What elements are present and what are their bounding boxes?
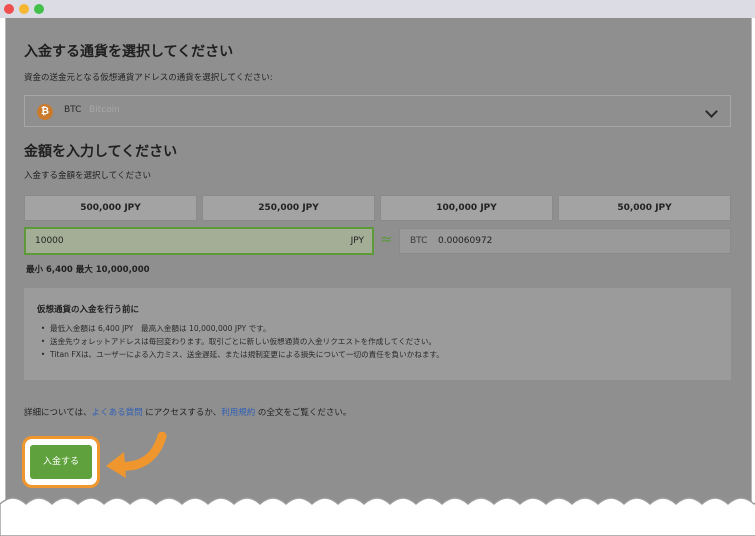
btc-value: 0.00060972 xyxy=(438,236,493,246)
preset-100000-button[interactable]: 100,000 JPY xyxy=(380,195,553,221)
preset-500000-button[interactable]: 500,000 JPY xyxy=(24,195,197,221)
bitcoin-icon: ₿ xyxy=(37,104,53,120)
faq-text: 詳細については、よくある質問 にアクセスするか、利用規約 の全文をご覧ください。 xyxy=(24,406,351,418)
notice-title: 仮想通貨の入金を行う前に xyxy=(37,305,140,315)
chevron-down-icon[interactable] xyxy=(705,105,718,118)
btc-conversion-field: BTC 0.00060972 xyxy=(399,228,731,254)
close-window-icon[interactable] xyxy=(4,4,14,14)
faq-link[interactable]: よくある質問 xyxy=(92,408,143,418)
btc-code: BTC xyxy=(410,236,428,246)
preset-250000-button[interactable]: 250,000 JPY xyxy=(202,195,375,221)
faq-prefix: 詳細については、 xyxy=(24,408,92,418)
deposit-button[interactable]: 入金する xyxy=(30,445,92,479)
notice-item: 最低入金額は 6,400 JPY 最高入金額は 10,000,000 JPY で… xyxy=(36,322,444,335)
deposit-button-highlight: 入金する xyxy=(22,436,100,488)
select-currency-subtitle: 資金の送金元となる仮想通貨アドレスの通貨を選択してください: xyxy=(24,73,273,83)
preset-50000-button[interactable]: 50,000 JPY xyxy=(558,195,731,221)
window-titlebar xyxy=(0,0,755,18)
approx-equal-icon: ≈ xyxy=(380,230,393,248)
terms-link[interactable]: 利用規約 xyxy=(221,408,255,418)
minimize-window-icon[interactable] xyxy=(19,4,29,14)
amount-currency: JPY xyxy=(350,236,364,246)
currency-code: BTC xyxy=(64,105,82,115)
pointer-arrow-icon xyxy=(106,432,167,478)
faq-suffix: の全文をご覧ください。 xyxy=(255,408,352,418)
notice-item: 送金先ウォレットアドレスは毎回変わります。取引ごとに新しい仮想通貨の入金リクエス… xyxy=(36,335,444,348)
notice-list: 最低入金額は 6,400 JPY 最高入金額は 10,000,000 JPY で… xyxy=(36,322,444,361)
torn-edge-decoration xyxy=(0,497,755,536)
select-currency-heading: 入金する通貨を選択してください xyxy=(24,44,234,60)
min-max-limits: 最小 6,400 最大 10,000,000 xyxy=(26,265,150,275)
currency-name: Bitcoin xyxy=(89,105,120,115)
currency-select[interactable]: ₿ BTC Bitcoin xyxy=(24,95,731,127)
amount-value: 10000 xyxy=(35,236,64,246)
faq-middle: にアクセスするか、 xyxy=(142,408,222,418)
enter-amount-subtitle: 入金する金額を選択してください xyxy=(24,171,151,181)
notice-item: Titan FXは、ユーザーによる入力ミス、送金遅延、または規制変更による損失に… xyxy=(36,348,444,361)
notice-box: 仮想通貨の入金を行う前に 最低入金額は 6,400 JPY 最高入金額は 10,… xyxy=(24,288,731,380)
amount-input[interactable]: 10000 JPY xyxy=(24,227,374,255)
maximize-window-icon[interactable] xyxy=(34,4,44,14)
enter-amount-heading: 金額を入力してください xyxy=(24,144,178,160)
